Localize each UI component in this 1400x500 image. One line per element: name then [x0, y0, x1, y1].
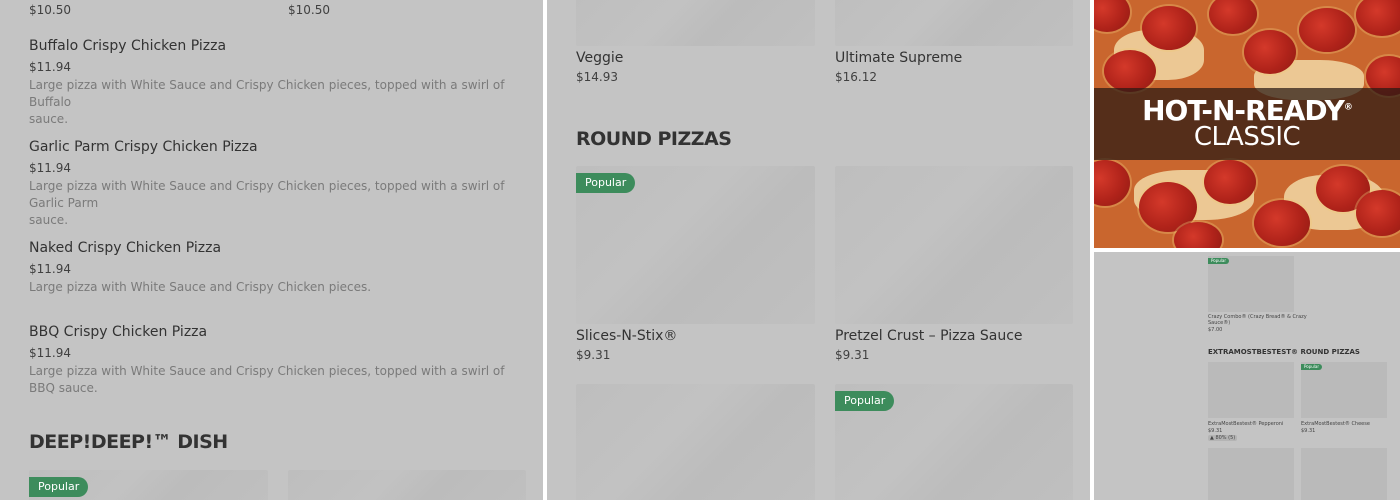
item-description: Large pizza with White Sauce and Crispy …: [29, 364, 505, 395]
pepperoni-slice: [1244, 30, 1296, 74]
item-title: Slices-N-Stix®: [576, 328, 678, 344]
item-price: $10.50: [29, 3, 71, 17]
rating-text: 80% (5): [1215, 435, 1236, 441]
rating-chip: ▲ 80% (5): [1208, 435, 1238, 441]
item-price: $10.50: [288, 3, 330, 17]
product-image[interactable]: [288, 470, 526, 500]
section-title-deep-dish: DEEP!DEEP!™ DISH: [29, 431, 228, 453]
item-title: Ultimate Supreme: [835, 50, 963, 66]
pepperoni-slice: [1204, 160, 1256, 204]
pepperoni-slice: [1254, 200, 1310, 246]
popular-badge: Popular: [576, 173, 636, 193]
item-title: Garlic Parm Crispy Chicken Pizza: [29, 139, 258, 155]
thumbnail-product-image[interactable]: [1301, 362, 1387, 418]
item-price: $16.12: [835, 70, 877, 84]
item-price: $11.94: [29, 60, 71, 74]
thumbnail-item-price: $9.31: [1208, 428, 1223, 434]
item-price: $11.94: [29, 346, 71, 360]
menu-panel-middle: Veggie $14.93 Ultimate Supreme $16.12 RO…: [547, 0, 1090, 500]
thumbnail-item-title: ExtraMostBestest® Pepperoni: [1208, 421, 1284, 427]
item-title: Pretzel Crust – Pizza Sauce: [835, 328, 1023, 344]
product-image[interactable]: [835, 166, 1073, 324]
item-title: Buffalo Crispy Chicken Pizza: [29, 38, 227, 54]
menu-item-garlic-parm[interactable]: Garlic Parm Crispy Chicken Pizza $11.94 …: [29, 139, 529, 229]
item-description: Large pizza with White Sauce and Crispy …: [29, 280, 372, 294]
item-description: Large pizza with White Sauce and Crispy …: [29, 78, 505, 109]
thumbnail-item-price: $7.00: [1208, 327, 1223, 333]
item-price: $9.31: [576, 348, 611, 362]
menu-item-naked[interactable]: Naked Crispy Chicken Pizza $11.94 Large …: [29, 240, 529, 296]
item-price: $11.94: [29, 161, 71, 175]
thumbnail-item-title: ExtraMostBestest® Cheese: [1301, 421, 1370, 427]
item-description-cont: sauce.: [29, 112, 69, 126]
thumbnail-item-price: $9.31: [1301, 428, 1316, 434]
item-description-cont: sauce.: [29, 213, 69, 227]
menu-item-ultimate-supreme[interactable]: Ultimate Supreme $16.12: [835, 50, 962, 84]
section-title-round-pizzas: ROUND PIZZAS: [576, 128, 732, 150]
popular-badge: Popular: [1208, 258, 1229, 264]
menu-panel-left: $10.50 $10.50 Buffalo Crispy Chicken Piz…: [0, 0, 543, 500]
item-price: $9.31: [835, 348, 870, 362]
item-title: Naked Crispy Chicken Pizza: [29, 240, 222, 256]
product-image[interactable]: [576, 0, 815, 46]
thumbnail-item-title-cont: Sauce®): [1208, 320, 1231, 326]
pepperoni-slice: [1104, 50, 1156, 92]
pepperoni-slice: [1356, 190, 1400, 236]
hero-image-hot-n-ready[interactable]: HOT-N-READY® CLASSIC: [1094, 0, 1400, 248]
popular-badge: Popular: [29, 477, 89, 497]
registered-mark: ®: [1343, 102, 1353, 113]
menu-item-buffalo[interactable]: Buffalo Crispy Chicken Pizza $11.94 Larg…: [29, 38, 529, 128]
thumbnail-product-image[interactable]: [1301, 448, 1387, 500]
popular-badge: Popular: [1301, 364, 1322, 370]
menu-thumbnail: Popular Crazy Combo® (Crazy Bread® & Cra…: [1094, 252, 1400, 500]
thumbnail-product-image[interactable]: [1208, 256, 1294, 312]
item-price: $14.93: [576, 70, 618, 84]
menu-item-slices-n-stix[interactable]: Slices-N-Stix® $9.31: [576, 328, 677, 362]
menu-item-pretzel-crust[interactable]: Pretzel Crust – Pizza Sauce $9.31: [835, 328, 1023, 362]
product-image[interactable]: [835, 0, 1073, 46]
product-image[interactable]: [576, 384, 815, 500]
pepperoni-slice: [1142, 6, 1196, 50]
menu-item-bbq[interactable]: BBQ Crispy Chicken Pizza $11.94 Large pi…: [29, 324, 529, 397]
hero-subtitle: CLASSIC: [1193, 122, 1301, 152]
thumbnail-product-image[interactable]: [1208, 448, 1294, 500]
item-title: Veggie: [576, 50, 624, 66]
popular-badge: Popular: [835, 391, 895, 411]
item-price: $11.94: [29, 262, 71, 276]
item-title: BBQ Crispy Chicken Pizza: [29, 324, 208, 340]
menu-item-veggie[interactable]: Veggie $14.93: [576, 50, 623, 84]
pepperoni-slice: [1299, 8, 1355, 52]
item-description: Large pizza with White Sauce and Crispy …: [29, 179, 505, 210]
thumbnail-section-title: EXTRAMOSTBESTEST® ROUND PIZZAS: [1208, 348, 1360, 356]
thumbnail-product-image[interactable]: [1208, 362, 1294, 418]
